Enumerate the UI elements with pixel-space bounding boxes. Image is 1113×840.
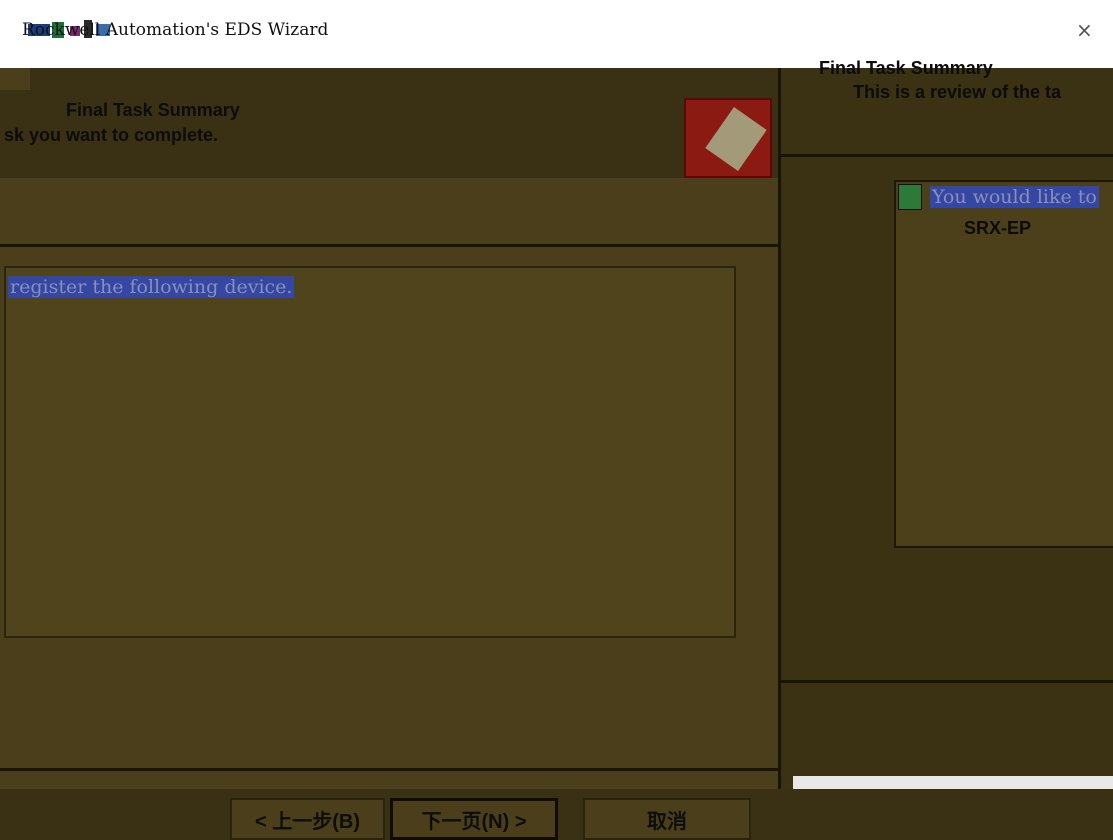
- divider: [781, 680, 1113, 683]
- secondary-window: Final Task Summary This is a review of t…: [778, 58, 1113, 789]
- summary-panel: register the following device.: [4, 266, 736, 638]
- document-icon: [898, 184, 922, 210]
- wizard-logo-icon: [684, 98, 772, 178]
- summary-text: register the following device.: [8, 276, 295, 298]
- page-title: Final Task Summary: [66, 100, 240, 121]
- cancel-button[interactable]: 取消: [583, 798, 751, 840]
- divider: [781, 154, 1113, 157]
- device-list: You would like to SRX-EP: [894, 180, 1113, 548]
- window-title: Rockwell Automation's EDS Wizard: [22, 20, 329, 40]
- close-icon[interactable]: ×: [1076, 18, 1093, 42]
- device-name[interactable]: SRX-EP: [964, 218, 1031, 239]
- wizard-window: Final Task Summary sk you want to comple…: [0, 68, 778, 840]
- secondary-title: Final Task Summary: [819, 58, 993, 78]
- header-strip: [30, 68, 778, 90]
- device-list-header: You would like to: [930, 186, 1099, 208]
- secondary-subtitle: This is a review of the ta: [853, 82, 1062, 102]
- status-strip: [793, 776, 1113, 789]
- back-button[interactable]: < 上一步(B): [230, 798, 385, 840]
- wizard-header: Final Task Summary sk you want to comple…: [0, 90, 778, 178]
- card-graphic: [705, 107, 767, 171]
- page-subtitle: sk you want to complete.: [4, 125, 219, 145]
- divider: [0, 768, 778, 771]
- divider: [0, 244, 778, 247]
- next-button[interactable]: 下一页(N) >: [390, 798, 558, 840]
